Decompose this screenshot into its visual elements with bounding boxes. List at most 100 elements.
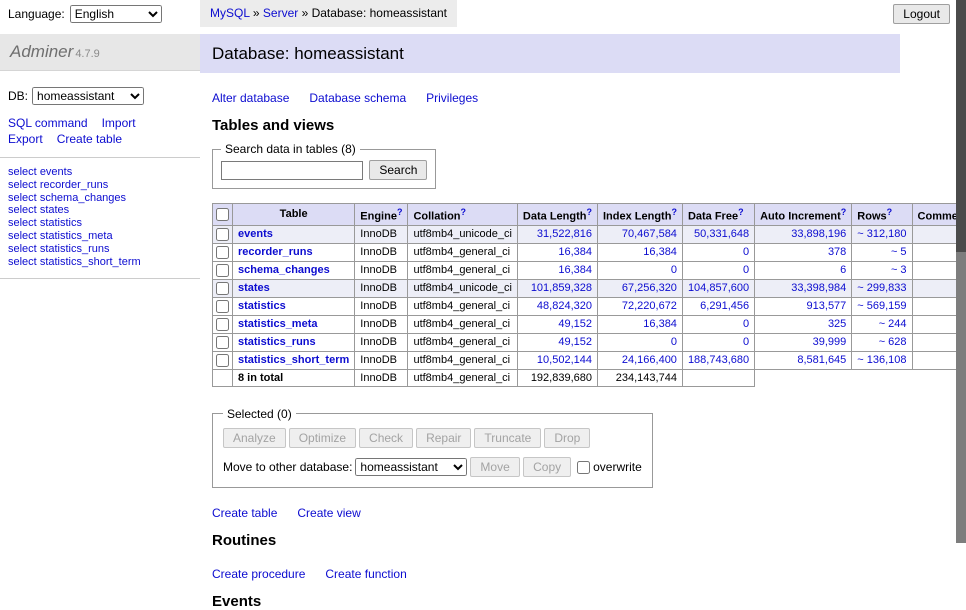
data-length-link[interactable]: 49,152	[558, 336, 592, 348]
search-input[interactable]	[221, 161, 363, 180]
check-button[interactable]: Check	[359, 428, 413, 448]
optimize-button[interactable]: Optimize	[289, 428, 356, 448]
breadcrumb-link-server[interactable]: Server	[263, 6, 298, 20]
logout-button[interactable]: Logout	[893, 4, 950, 24]
index-length-link[interactable]: 24,166,400	[622, 354, 677, 366]
select-data-link[interactable]: select	[8, 230, 37, 242]
help-icon[interactable]: ?	[738, 207, 744, 217]
table-structure-link-statistics-meta[interactable]: statistics_meta	[40, 230, 113, 242]
select-data-link[interactable]: select	[8, 179, 37, 191]
select-data-link[interactable]: select	[8, 243, 37, 255]
truncate-button[interactable]: Truncate	[474, 428, 541, 448]
select-data-link[interactable]: select	[8, 256, 37, 268]
data-free-link[interactable]: 104,857,600	[688, 282, 749, 294]
help-icon[interactable]: ?	[461, 207, 467, 217]
table-structure-link-statistics-short-term[interactable]: statistics_short_term	[40, 256, 141, 268]
database-nav-link-database-schema[interactable]: Database schema	[309, 91, 406, 105]
select-data-link[interactable]: select	[8, 217, 37, 229]
data-length-link[interactable]: 101,859,328	[531, 282, 592, 294]
sidebar-action-create-table[interactable]: Create table	[57, 132, 122, 146]
repair-button[interactable]: Repair	[416, 428, 471, 448]
auto-increment-link[interactable]: 33,398,984	[791, 282, 846, 294]
data-free-link[interactable]: 6,291,456	[700, 300, 749, 312]
rows-estimate-link[interactable]: ~ 569,159	[857, 300, 906, 312]
row-checkbox[interactable]	[216, 246, 229, 259]
table-name-link[interactable]: schema_changes	[238, 264, 330, 276]
auto-increment-link[interactable]: 6	[840, 264, 846, 276]
routine-link-create-procedure[interactable]: Create procedure	[212, 567, 305, 581]
row-checkbox[interactable]	[216, 354, 229, 367]
move-button[interactable]: Move	[470, 457, 519, 477]
table-name-link[interactable]: statistics	[238, 300, 286, 312]
rows-estimate-link[interactable]: ~ 5	[891, 246, 907, 258]
select-data-link[interactable]: select	[8, 192, 37, 204]
index-length-link[interactable]: 70,467,584	[622, 228, 677, 240]
rows-estimate-link[interactable]: ~ 136,108	[857, 354, 906, 366]
scrollbar-thumb[interactable]	[956, 0, 966, 252]
row-checkbox[interactable]	[216, 318, 229, 331]
table-structure-link-statistics-runs[interactable]: statistics_runs	[40, 243, 110, 255]
table-name-link[interactable]: recorder_runs	[238, 246, 313, 258]
help-icon[interactable]: ?	[841, 207, 847, 217]
auto-increment-link[interactable]: 39,999	[813, 336, 847, 348]
table-name-link[interactable]: states	[238, 282, 270, 294]
data-free-link[interactable]: 0	[743, 318, 749, 330]
db-select[interactable]: homeassistant	[32, 87, 144, 105]
table-name-link[interactable]: events	[238, 228, 273, 240]
analyze-button[interactable]: Analyze	[223, 428, 286, 448]
scrollbar[interactable]	[956, 0, 966, 543]
sidebar-action-import[interactable]: Import	[102, 116, 136, 130]
auto-increment-link[interactable]: 325	[828, 318, 846, 330]
create-link-create-table[interactable]: Create table	[212, 506, 277, 520]
rows-estimate-link[interactable]: ~ 628	[879, 336, 907, 348]
create-link-create-view[interactable]: Create view	[297, 506, 360, 520]
rows-estimate-link[interactable]: ~ 299,833	[857, 282, 906, 294]
routine-link-create-function[interactable]: Create function	[325, 567, 406, 581]
table-structure-link-events[interactable]: events	[40, 166, 72, 178]
table-structure-link-schema-changes[interactable]: schema_changes	[40, 192, 126, 204]
data-length-link[interactable]: 16,384	[558, 264, 592, 276]
help-icon[interactable]: ?	[586, 207, 592, 217]
auto-increment-link[interactable]: 8,581,645	[797, 354, 846, 366]
help-icon[interactable]: ?	[397, 207, 403, 217]
overwrite-checkbox[interactable]	[577, 461, 590, 474]
rows-estimate-link[interactable]: ~ 3	[891, 264, 907, 276]
table-structure-link-statistics[interactable]: statistics	[40, 217, 82, 229]
index-length-link[interactable]: 16,384	[643, 246, 677, 258]
search-button[interactable]: Search	[369, 160, 427, 180]
table-name-link[interactable]: statistics_short_term	[238, 354, 349, 366]
row-checkbox[interactable]	[216, 336, 229, 349]
drop-button[interactable]: Drop	[544, 428, 590, 448]
row-checkbox[interactable]	[216, 300, 229, 313]
language-select[interactable]: English	[70, 5, 162, 23]
rows-estimate-link[interactable]: ~ 244	[879, 318, 907, 330]
index-length-link[interactable]: 72,220,672	[622, 300, 677, 312]
breadcrumb-link-mysql[interactable]: MySQL	[210, 6, 250, 20]
row-checkbox[interactable]	[216, 264, 229, 277]
table-structure-link-recorder-runs[interactable]: recorder_runs	[40, 179, 108, 191]
database-nav-link-privileges[interactable]: Privileges	[426, 91, 478, 105]
select-data-link[interactable]: select	[8, 204, 37, 216]
data-length-link[interactable]: 16,384	[558, 246, 592, 258]
help-icon[interactable]: ?	[887, 207, 893, 217]
index-length-link[interactable]: 16,384	[643, 318, 677, 330]
table-structure-link-states[interactable]: states	[40, 204, 69, 216]
data-length-link[interactable]: 31,522,816	[537, 228, 592, 240]
table-name-link[interactable]: statistics_runs	[238, 336, 316, 348]
data-free-link[interactable]: 0	[743, 246, 749, 258]
auto-increment-link[interactable]: 33,898,196	[791, 228, 846, 240]
data-length-link[interactable]: 10,502,144	[537, 354, 592, 366]
index-length-link[interactable]: 0	[671, 336, 677, 348]
database-nav-link-alter-database[interactable]: Alter database	[212, 91, 289, 105]
index-length-link[interactable]: 67,256,320	[622, 282, 677, 294]
data-length-link[interactable]: 49,152	[558, 318, 592, 330]
data-free-link[interactable]: 0	[743, 336, 749, 348]
auto-increment-link[interactable]: 913,577	[807, 300, 847, 312]
data-free-link[interactable]: 188,743,680	[688, 354, 749, 366]
index-length-link[interactable]: 0	[671, 264, 677, 276]
select-all-checkbox[interactable]	[216, 208, 229, 221]
data-free-link[interactable]: 50,331,648	[694, 228, 749, 240]
sidebar-action-sql-command[interactable]: SQL command	[8, 116, 88, 130]
sidebar-action-export[interactable]: Export	[8, 132, 43, 146]
copy-button[interactable]: Copy	[523, 457, 571, 477]
